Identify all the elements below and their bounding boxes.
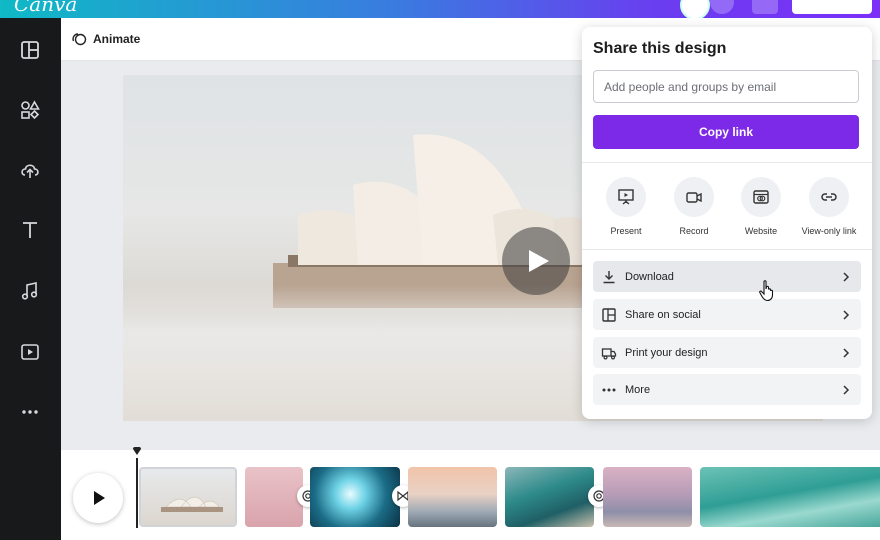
canva-logo[interactable]: Canva <box>14 0 77 16</box>
present-option[interactable]: Present <box>598 177 654 236</box>
play-icon <box>529 250 549 272</box>
elements-icon[interactable] <box>19 99 41 121</box>
print-your-design-row[interactable]: Print your design <box>593 337 861 368</box>
chevron-right-icon <box>843 309 850 320</box>
download-icon <box>601 269 617 285</box>
audio-icon[interactable] <box>19 280 41 302</box>
uploads-icon[interactable] <box>19 159 41 181</box>
more-dots-icon <box>601 382 617 398</box>
record-icon <box>674 177 714 217</box>
timeline-clip[interactable] <box>408 467 497 527</box>
timeline-clip[interactable] <box>603 467 692 527</box>
share-email-input[interactable] <box>593 70 859 103</box>
share-top-button[interactable] <box>792 0 872 14</box>
share-panel-title: Share this design <box>593 40 727 57</box>
timeline-clip[interactable] <box>505 467 594 527</box>
truck-icon <box>601 345 617 361</box>
website-label: Website <box>744 226 778 236</box>
present-icon <box>606 177 646 217</box>
play-icon <box>94 491 105 505</box>
record-option[interactable]: Record <box>666 177 722 236</box>
link-icon <box>809 177 849 217</box>
website-option[interactable]: Website <box>733 177 789 236</box>
add-collaborator-button[interactable] <box>710 0 734 14</box>
animate-button[interactable]: Animate <box>71 31 140 47</box>
timeline <box>61 447 880 540</box>
timeline-clip[interactable] <box>310 467 400 527</box>
chevron-right-icon <box>843 347 850 358</box>
text-icon[interactable] <box>19 219 41 241</box>
download-row[interactable]: Download <box>593 261 861 292</box>
share-on-social-label: Share on social <box>625 308 701 321</box>
hand-cursor-icon <box>759 280 774 302</box>
record-label: Record <box>679 226 709 236</box>
timeline-clip[interactable] <box>245 467 303 527</box>
more-row[interactable]: More <box>593 374 861 405</box>
chevron-right-icon <box>843 271 850 282</box>
website-icon <box>741 177 781 217</box>
top-menu-button[interactable] <box>752 0 778 14</box>
share-on-social-row[interactable]: Share on social <box>593 299 861 330</box>
canvas-play-button[interactable] <box>502 227 570 295</box>
more-apps-icon[interactable] <box>19 401 41 423</box>
animate-label: Animate <box>93 32 141 46</box>
templates-icon[interactable] <box>19 39 41 61</box>
timeline-play-button[interactable] <box>73 473 123 523</box>
playhead-handle-icon[interactable] <box>132 447 142 457</box>
animate-icon <box>72 33 87 46</box>
social-icon <box>601 307 617 323</box>
share-divider <box>582 249 872 250</box>
print-your-design-label: Print your design <box>625 346 708 359</box>
share-panel: Share this design Copy link Present Reco… <box>582 27 872 419</box>
chevron-right-icon <box>843 384 850 395</box>
timeline-clip[interactable] <box>700 467 880 527</box>
view-only-link-option[interactable]: View-only link <box>801 177 857 236</box>
left-sidebar <box>0 18 61 540</box>
view-only-link-label: View-only link <box>801 226 857 236</box>
copy-link-button[interactable]: Copy link <box>593 115 859 149</box>
more-label: More <box>625 383 651 396</box>
videos-icon[interactable] <box>19 341 41 363</box>
share-divider <box>582 162 872 163</box>
user-avatar[interactable] <box>680 0 710 20</box>
playhead[interactable] <box>136 458 138 528</box>
download-label: Download <box>625 270 674 283</box>
top-bar: Canva <box>0 0 880 20</box>
present-label: Present <box>610 226 642 236</box>
timeline-clip[interactable] <box>139 467 237 527</box>
